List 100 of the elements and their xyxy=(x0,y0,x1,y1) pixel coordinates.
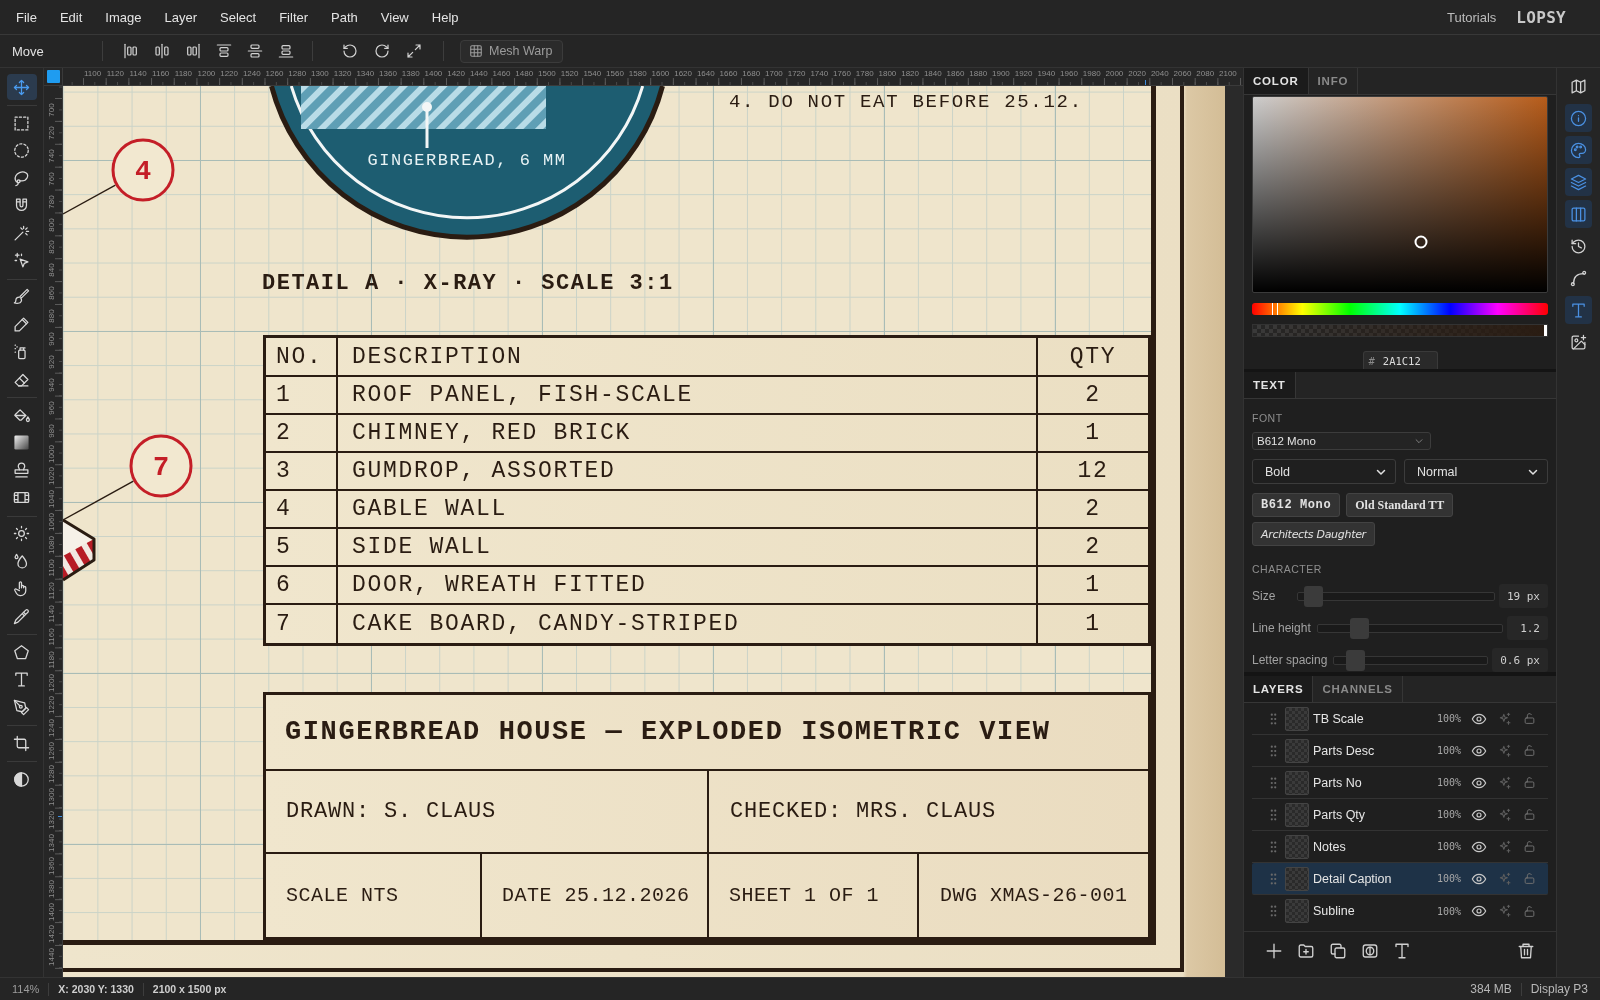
style-select[interactable]: Normal xyxy=(1404,459,1548,484)
menu-item[interactable]: Filter xyxy=(272,5,316,29)
alpha-handle[interactable] xyxy=(1544,325,1547,336)
ruler-label: 1120 xyxy=(47,582,57,600)
drag-handle-icon[interactable] xyxy=(1270,840,1277,853)
slider-track[interactable] xyxy=(1316,617,1503,639)
menu-item[interactable]: View xyxy=(373,5,416,29)
unlocked-padlock-icon[interactable] xyxy=(1523,808,1536,821)
layer-row[interactable]: Subline 100% xyxy=(1252,895,1548,927)
zoom-level: 114% xyxy=(12,983,40,995)
font-preset-button[interactable]: Old Standard TT xyxy=(1346,493,1454,517)
drag-handle-icon[interactable] xyxy=(1270,744,1277,757)
color-field[interactable] xyxy=(1252,96,1548,293)
columns-toggle[interactable] xyxy=(1565,200,1592,228)
palette-toggle[interactable] xyxy=(1565,136,1592,164)
ruler-label: 2060 xyxy=(1173,69,1192,79)
table-cell: 1 xyxy=(1038,415,1148,453)
layer-row[interactable]: TB Scale 100% xyxy=(1252,703,1548,735)
ruler-label: 720 xyxy=(47,126,57,140)
slider-track[interactable] xyxy=(1333,649,1489,671)
unlocked-padlock-icon[interactable] xyxy=(1523,712,1536,725)
ruler-label: 1860 xyxy=(946,69,965,79)
sparkle-icon[interactable] xyxy=(1498,904,1512,918)
unlocked-padlock-icon[interactable] xyxy=(1523,776,1536,789)
table-cell: DOOR, WREATH FITTED xyxy=(338,567,1038,605)
sparkle-icon[interactable] xyxy=(1498,711,1512,726)
font-select[interactable]: B612 Mono xyxy=(1252,432,1431,450)
font-preset-button[interactable]: B612 Mono xyxy=(1252,493,1341,517)
eyedropper-icon xyxy=(13,607,30,625)
layer-row[interactable]: Parts Qty 100% xyxy=(1252,799,1548,831)
align-middle-icon[interactable] xyxy=(247,43,263,59)
ruler-label: 1640 xyxy=(696,69,715,79)
text-toggle[interactable] xyxy=(1565,296,1592,324)
drag-handle-icon[interactable] xyxy=(1270,808,1277,821)
move-tool-button[interactable] xyxy=(6,74,37,100)
drag-handle-icon[interactable] xyxy=(1270,872,1277,885)
menu-item[interactable]: Layer xyxy=(157,5,205,29)
plus-icon[interactable] xyxy=(1265,942,1283,960)
slider-track[interactable] xyxy=(1297,585,1495,607)
expand-icon[interactable] xyxy=(406,43,422,59)
undo-icon[interactable] xyxy=(342,43,358,59)
align-right-icon[interactable] xyxy=(185,43,201,59)
drag-handle-icon[interactable] xyxy=(1270,905,1277,917)
unlocked-padlock-icon[interactable] xyxy=(1523,744,1536,757)
menu-item[interactable]: File xyxy=(9,5,44,29)
sparkle-icon[interactable] xyxy=(1498,839,1512,854)
mesh-warp-button[interactable]: Mesh Warp xyxy=(460,39,564,63)
slider-thumb[interactable] xyxy=(1350,617,1370,639)
panel-tab[interactable]: TEXT xyxy=(1244,372,1296,398)
font-preset-button[interactable]: Architects Daughter xyxy=(1252,522,1375,546)
hue-handle[interactable] xyxy=(1272,303,1279,315)
layer-row[interactable]: Detail Caption 100% xyxy=(1252,863,1548,895)
menu-item[interactable]: Edit xyxy=(52,5,90,29)
tutorials-link[interactable]: Tutorials xyxy=(1444,5,1499,29)
layer-thumbnail xyxy=(1285,802,1309,827)
menu-item[interactable]: Path xyxy=(324,5,365,29)
menu-item[interactable]: Help xyxy=(424,5,466,29)
value-field[interactable]: 1.2 xyxy=(1507,616,1548,640)
info-toggle[interactable] xyxy=(1565,104,1592,132)
eye-icon[interactable] xyxy=(1471,903,1487,919)
align-center-icon[interactable] xyxy=(154,43,170,59)
picker-cursor[interactable] xyxy=(1414,235,1428,249)
text-icon xyxy=(1570,301,1587,319)
panel-tab[interactable]: LAYERS xyxy=(1244,676,1314,702)
table-cell: CAKE BOARD, CANDY-STRIPED xyxy=(338,605,1038,643)
menu-item[interactable]: Image xyxy=(98,5,149,29)
folder-plus-icon[interactable] xyxy=(1297,942,1315,960)
stamp-icon xyxy=(13,461,30,479)
align-left-icon[interactable] xyxy=(123,43,139,59)
copy-icon[interactable] xyxy=(1329,942,1347,960)
layer-row[interactable]: Parts No 100% xyxy=(1252,767,1548,799)
slider-thumb[interactable] xyxy=(1304,585,1324,607)
redo-icon[interactable] xyxy=(374,43,390,59)
drag-handle-icon[interactable] xyxy=(1270,776,1277,789)
mask-icon[interactable] xyxy=(1361,942,1379,960)
value-field[interactable]: 0.6 px xyxy=(1492,648,1548,672)
slider-thumb[interactable] xyxy=(1345,649,1365,671)
layers-toggle[interactable] xyxy=(1565,168,1592,196)
table-cell: 1 xyxy=(1038,567,1148,605)
weight-select[interactable]: Bold xyxy=(1252,459,1396,484)
hex-input[interactable]: # 2A1C12 xyxy=(1362,351,1438,369)
hue-slider[interactable] xyxy=(1252,303,1548,315)
layer-row[interactable]: Parts Desc 100% xyxy=(1252,735,1548,767)
panel-tab[interactable]: COLOR xyxy=(1244,68,1309,94)
align-top-icon[interactable] xyxy=(216,43,232,59)
unlocked-padlock-icon[interactable] xyxy=(1523,840,1536,853)
ruler-label: 2020 xyxy=(1128,69,1146,79)
trash-icon[interactable] xyxy=(1517,942,1535,960)
text-icon[interactable] xyxy=(1393,942,1411,960)
drag-handle-icon[interactable] xyxy=(1270,712,1277,725)
align-bottom-icon[interactable] xyxy=(278,43,294,59)
dashed-rectangle-icon xyxy=(13,114,30,132)
value-field[interactable]: 19 px xyxy=(1498,584,1548,608)
sparkle-icon[interactable] xyxy=(1498,807,1512,822)
sparkle-icon[interactable] xyxy=(1498,775,1512,790)
sparkle-icon[interactable] xyxy=(1498,743,1512,758)
ruler-label: 1680 xyxy=(742,69,761,79)
unlocked-padlock-icon[interactable] xyxy=(1523,904,1536,918)
alpha-slider[interactable] xyxy=(1252,324,1548,337)
menu-item[interactable]: Select xyxy=(213,5,264,29)
